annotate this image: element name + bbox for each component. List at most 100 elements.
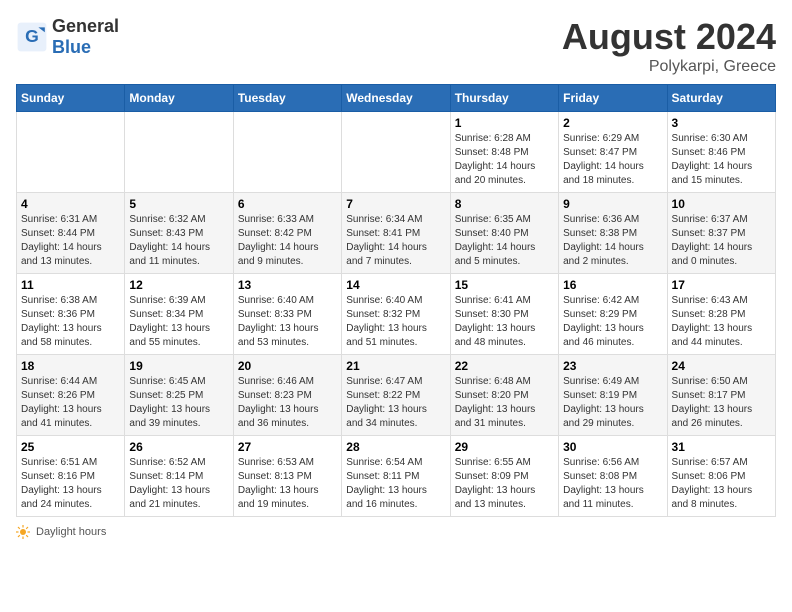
calendar-cell: 24Sunrise: 6:50 AM Sunset: 8:17 PM Dayli…	[667, 355, 775, 436]
day-number: 30	[563, 440, 662, 454]
day-info: Sunrise: 6:30 AM Sunset: 8:46 PM Dayligh…	[672, 132, 771, 188]
day-info: Sunrise: 6:45 AM Sunset: 8:25 PM Dayligh…	[129, 375, 228, 431]
day-number: 1	[455, 116, 554, 130]
day-info: Sunrise: 6:41 AM Sunset: 8:30 PM Dayligh…	[455, 294, 554, 350]
day-info: Sunrise: 6:29 AM Sunset: 8:47 PM Dayligh…	[563, 132, 662, 188]
calendar-cell: 30 Sunrise: 6:56 AM Sunset: 8:08 PM Dayli…	[559, 436, 667, 517]
day-number: 4	[21, 197, 120, 211]
day-number: 28	[346, 440, 445, 454]
calendar-cell: 28 Sunrise: 6:54 AM Sunset: 8:11 PM Dayli…	[342, 436, 450, 517]
calendar-cell: 5Sunrise: 6:32 AM Sunset: 8:43 PM Daylig…	[125, 193, 233, 274]
svg-text:G: G	[25, 26, 39, 46]
day-info: Sunrise: 6:51 AM Sunset: 8:16 PM Dayligh…	[21, 456, 120, 512]
sun-icon	[16, 525, 30, 539]
day-number: 2	[563, 116, 662, 130]
calendar-cell: 10 Sunrise: 6:37 AM Sunset: 8:37 PM Dayli…	[667, 193, 775, 274]
calendar-cell: 21 Sunrise: 6:47 AM Sunset: 8:22 PM Dayli…	[342, 355, 450, 436]
calendar-cell: 3 Sunrise: 6:30 AM Sunset: 8:46 PM Daylig…	[667, 112, 775, 193]
day-number: 27	[238, 440, 337, 454]
day-number: 23	[563, 359, 662, 373]
day-header-tuesday: Tuesday	[233, 85, 341, 112]
day-info: Sunrise: 6:52 AM Sunset: 8:14 PM Dayligh…	[129, 456, 228, 512]
calendar-cell: 7 Sunrise: 6:34 AM Sunset: 8:41 PM Daylig…	[342, 193, 450, 274]
calendar-cell: 19 Sunrise: 6:45 AM Sunset: 8:25 PM Dayli…	[125, 355, 233, 436]
day-number: 26	[129, 440, 228, 454]
day-number: 22	[455, 359, 554, 373]
calendar-cell: 4 Sunrise: 6:31 AM Sunset: 8:44 PM Daylig…	[17, 193, 125, 274]
calendar-cell: 18Sunrise: 6:44 AM Sunset: 8:26 PM Dayli…	[17, 355, 125, 436]
day-header-thursday: Thursday	[450, 85, 558, 112]
day-info: Sunrise: 6:56 AM Sunset: 8:08 PM Dayligh…	[563, 456, 662, 512]
day-number: 19	[129, 359, 228, 373]
day-number: 29	[455, 440, 554, 454]
calendar-cell: 15 Sunrise: 6:41 AM Sunset: 8:30 PM Dayli…	[450, 274, 558, 355]
location: Polykarpi, Greece	[562, 58, 776, 76]
day-info: Sunrise: 6:36 AM Sunset: 8:38 PM Dayligh…	[563, 213, 662, 269]
calendar-cell: 13 Sunrise: 6:40 AM Sunset: 8:33 PM Dayli…	[233, 274, 341, 355]
day-number: 16	[563, 278, 662, 292]
calendar-cell: 12Sunrise: 6:39 AM Sunset: 8:34 PM Dayli…	[125, 274, 233, 355]
day-header-sunday: Sunday	[17, 85, 125, 112]
day-number: 14	[346, 278, 445, 292]
calendar-cell: 6Sunrise: 6:33 AM Sunset: 8:42 PM Daylig…	[233, 193, 341, 274]
calendar-cell: 16 Sunrise: 6:42 AM Sunset: 8:29 PM Dayli…	[559, 274, 667, 355]
logo-icon: G	[16, 21, 48, 53]
day-info: Sunrise: 6:54 AM Sunset: 8:11 PM Dayligh…	[346, 456, 445, 512]
day-info: Sunrise: 6:40 AM Sunset: 8:32 PM Dayligh…	[346, 294, 445, 350]
day-info: Sunrise: 6:33 AM Sunset: 8:42 PM Dayligh…	[238, 213, 337, 269]
day-number: 15	[455, 278, 554, 292]
day-number: 3	[672, 116, 771, 130]
calendar-cell: 23 Sunrise: 6:49 AM Sunset: 8:19 PM Dayli…	[559, 355, 667, 436]
calendar-cell	[342, 112, 450, 193]
day-header-wednesday: Wednesday	[342, 85, 450, 112]
title-area: August 2024 Polykarpi, Greece	[562, 16, 776, 76]
day-info: Sunrise: 6:48 AM Sunset: 8:20 PM Dayligh…	[455, 375, 554, 431]
day-number: 7	[346, 197, 445, 211]
day-info: Sunrise: 6:32 AM Sunset: 8:43 PM Dayligh…	[129, 213, 228, 269]
day-number: 11	[21, 278, 120, 292]
day-info: Sunrise: 6:50 AM Sunset: 8:17 PM Dayligh…	[672, 375, 771, 431]
calendar-cell	[233, 112, 341, 193]
day-info: Sunrise: 6:42 AM Sunset: 8:29 PM Dayligh…	[563, 294, 662, 350]
calendar-cell: 2 Sunrise: 6:29 AM Sunset: 8:47 PM Daylig…	[559, 112, 667, 193]
day-info: Sunrise: 6:35 AM Sunset: 8:40 PM Dayligh…	[455, 213, 554, 269]
day-header-monday: Monday	[125, 85, 233, 112]
calendar-cell: 14 Sunrise: 6:40 AM Sunset: 8:32 PM Dayli…	[342, 274, 450, 355]
day-number: 17	[672, 278, 771, 292]
day-info: Sunrise: 6:31 AM Sunset: 8:44 PM Dayligh…	[21, 213, 120, 269]
day-number: 10	[672, 197, 771, 211]
logo-general: General	[52, 16, 119, 36]
day-number: 8	[455, 197, 554, 211]
day-number: 9	[563, 197, 662, 211]
day-info: Sunrise: 6:47 AM Sunset: 8:22 PM Dayligh…	[346, 375, 445, 431]
logo-text: General Blue	[52, 16, 119, 58]
month-year: August 2024	[562, 16, 776, 58]
day-info: Sunrise: 6:43 AM Sunset: 8:28 PM Dayligh…	[672, 294, 771, 350]
calendar-cell: 1 Sunrise: 6:28 AM Sunset: 8:48 PM Daylig…	[450, 112, 558, 193]
page-header: G General Blue August 2024 Polykarpi, Gr…	[16, 16, 776, 76]
day-number: 21	[346, 359, 445, 373]
day-info: Sunrise: 6:28 AM Sunset: 8:48 PM Dayligh…	[455, 132, 554, 188]
calendar-cell: 17 Sunrise: 6:43 AM Sunset: 8:28 PM Dayli…	[667, 274, 775, 355]
day-header-saturday: Saturday	[667, 85, 775, 112]
calendar-cell: 29Sunrise: 6:55 AM Sunset: 8:09 PM Dayli…	[450, 436, 558, 517]
calendar-cell: 11Sunrise: 6:38 AM Sunset: 8:36 PM Dayli…	[17, 274, 125, 355]
day-number: 31	[672, 440, 771, 454]
day-info: Sunrise: 6:46 AM Sunset: 8:23 PM Dayligh…	[238, 375, 337, 431]
day-info: Sunrise: 6:40 AM Sunset: 8:33 PM Dayligh…	[238, 294, 337, 350]
day-number: 12	[129, 278, 228, 292]
calendar-cell: 25 Sunrise: 6:51 AM Sunset: 8:16 PM Dayli…	[17, 436, 125, 517]
calendar-cell: 8 Sunrise: 6:35 AM Sunset: 8:40 PM Daylig…	[450, 193, 558, 274]
calendar-cell	[125, 112, 233, 193]
day-number: 18	[21, 359, 120, 373]
day-info: Sunrise: 6:53 AM Sunset: 8:13 PM Dayligh…	[238, 456, 337, 512]
logo-blue: Blue	[52, 37, 91, 57]
calendar-cell: 26 Sunrise: 6:52 AM Sunset: 8:14 PM Dayli…	[125, 436, 233, 517]
day-info: Sunrise: 6:37 AM Sunset: 8:37 PM Dayligh…	[672, 213, 771, 269]
day-number: 13	[238, 278, 337, 292]
day-number: 25	[21, 440, 120, 454]
calendar-cell: 9 Sunrise: 6:36 AM Sunset: 8:38 PM Daylig…	[559, 193, 667, 274]
day-info: Sunrise: 6:34 AM Sunset: 8:41 PM Dayligh…	[346, 213, 445, 269]
calendar-cell: 20Sunrise: 6:46 AM Sunset: 8:23 PM Dayli…	[233, 355, 341, 436]
day-info: Sunrise: 6:49 AM Sunset: 8:19 PM Dayligh…	[563, 375, 662, 431]
